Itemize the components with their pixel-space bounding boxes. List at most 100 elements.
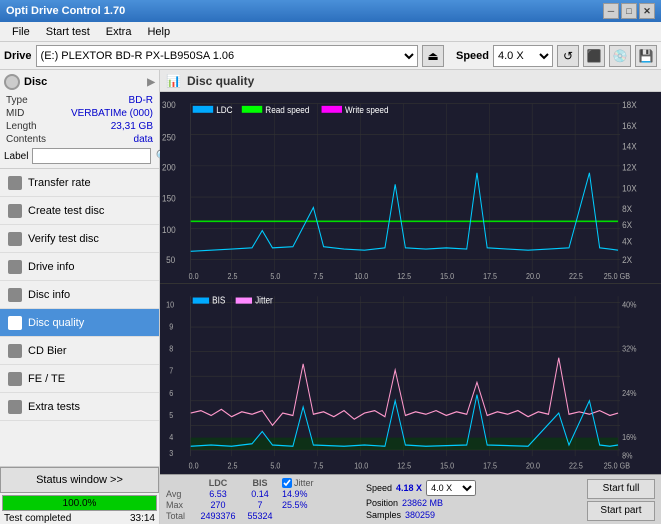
svg-text:250: 250 [162,132,176,143]
status-completed-text: Test completed [4,513,71,524]
disc-icon[interactable]: 💿 [609,45,631,67]
svg-text:10.0: 10.0 [354,460,368,470]
svg-text:7: 7 [169,366,173,376]
drive-select[interactable]: (E:) PLEXTOR BD-R PX-LB950SA 1.06 [36,45,418,67]
ldc-max: 270 [198,500,238,510]
menu-extra[interactable]: Extra [98,24,140,40]
sidebar-item-verify-test-disc[interactable]: Verify test disc [0,225,159,253]
nav-label-disc-info: Disc info [28,289,70,301]
save-icon[interactable]: 💾 [635,45,657,67]
disc-icon [4,74,20,90]
jitter-total [282,511,352,521]
eject-icon[interactable]: ⏏ [422,45,444,67]
jitter-label: Jitter [294,478,314,488]
sidebar-item-disc-info[interactable]: Disc info [0,281,159,309]
jitter-avg: 14.9% [282,489,352,499]
start-part-button[interactable]: Start part [587,501,655,521]
svg-text:12.5: 12.5 [397,272,411,282]
svg-text:15.0: 15.0 [440,272,454,282]
sidebar-item-disc-quality[interactable]: Disc quality [0,309,159,337]
info-bar: LDC BIS Jitter Avg 6.53 0.14 14.9% Max 2… [160,474,661,524]
status-bottom: Status window >> 100.0% Test completed 3… [0,466,159,524]
drive-info-icon [8,260,22,274]
svg-text:5: 5 [169,410,174,420]
svg-text:2.5: 2.5 [227,272,237,282]
disc-type-label: Type [6,95,28,106]
svg-text:16%: 16% [622,432,636,442]
nav-label-extra-tests: Extra tests [28,401,80,413]
cd-bier-icon [8,344,22,358]
menu-file[interactable]: File [4,24,38,40]
sidebar-item-transfer-rate[interactable]: Transfer rate [0,169,159,197]
svg-text:20.0: 20.0 [526,272,540,282]
disc-label-input[interactable] [32,148,151,164]
bis-total: 55324 [240,511,280,521]
sidebar-item-cd-bier[interactable]: CD Bier [0,337,159,365]
menu-bar: File Start test Extra Help [0,22,661,42]
svg-text:BIS: BIS [212,294,225,305]
jitter-checkbox[interactable] [282,478,292,488]
position-label: Position [366,498,398,508]
svg-text:5.0: 5.0 [270,460,280,470]
svg-text:10: 10 [166,299,174,309]
disc-info-icon [8,288,22,302]
svg-text:9: 9 [169,321,174,331]
bis-chart-svg: BIS Jitter 10 9 8 7 6 5 4 [160,284,661,475]
speed-select[interactable]: 4.0 X [493,45,553,67]
create-test-icon [8,204,22,218]
chart-header: 📊 Disc quality [160,70,661,92]
svg-text:10.0: 10.0 [354,272,368,282]
svg-text:25.0 GB: 25.0 GB [604,272,630,282]
burn-icon[interactable]: ⬛ [583,45,605,67]
drive-label: Drive [4,50,32,62]
menu-help[interactable]: Help [139,24,178,40]
svg-text:Read speed: Read speed [265,104,309,115]
svg-text:12X: 12X [622,162,637,173]
menu-start-test[interactable]: Start test [38,24,98,40]
svg-text:32%: 32% [622,343,636,353]
sidebar-item-fe-te[interactable]: FE / TE [0,365,159,393]
ldc-chart-svg: LDC Read speed Write speed 300 250 200 1… [160,92,661,283]
verify-test-icon [8,232,22,246]
bis-avg: 0.14 [240,489,280,499]
jitter-max: 25.5% [282,500,352,510]
svg-text:50: 50 [166,254,175,265]
disc-mid-value: VERBATIMe (000) [71,108,153,119]
disc-quality-icon [8,316,22,330]
speed-select-info[interactable]: 4.0 X [426,480,476,496]
ldc-avg: 6.53 [198,489,238,499]
svg-text:7.5: 7.5 [313,460,323,470]
chart-header-icon: 📊 [166,74,181,88]
svg-text:18X: 18X [622,100,637,111]
svg-text:16X: 16X [622,120,637,131]
disc-panel: Disc ▶ Type BD-R MID VERBATIMe (000) Len… [0,70,159,169]
status-window-button[interactable]: Status window >> [0,467,159,493]
disc-type-row: Type BD-R [4,94,155,107]
ldc-total: 2493376 [198,511,238,521]
nav-label-verify-test: Verify test disc [28,233,99,245]
progress-text: 100.0% [3,496,156,512]
svg-text:3: 3 [169,448,174,458]
svg-text:22.5: 22.5 [569,460,583,470]
progress-bar-container: 100.0% [2,495,157,511]
svg-text:300: 300 [162,100,176,111]
sidebar-item-drive-info[interactable]: Drive info [0,253,159,281]
transfer-rate-icon [8,176,22,190]
svg-text:150: 150 [162,193,176,204]
maximize-button[interactable]: □ [621,3,637,19]
window-controls: ─ □ ✕ [603,3,655,19]
disc-contents-row: Contents data [4,133,155,146]
start-full-button[interactable]: Start full [587,479,655,499]
svg-text:8X: 8X [622,204,632,215]
minimize-button[interactable]: ─ [603,3,619,19]
bottom-chart: BIS Jitter 10 9 8 7 6 5 4 [160,284,661,475]
sidebar-item-extra-tests[interactable]: Extra tests [0,393,159,421]
sidebar-item-create-test-disc[interactable]: Create test disc [0,197,159,225]
refresh-icon[interactable]: ↺ [557,45,579,67]
svg-text:0.0: 0.0 [189,272,199,282]
disc-change-icon[interactable]: ▶ [147,77,155,88]
nav-label-disc-quality: Disc quality [28,317,84,329]
row-label-total: Total [166,511,196,521]
disc-header: Disc ▶ [4,74,155,90]
close-button[interactable]: ✕ [639,3,655,19]
